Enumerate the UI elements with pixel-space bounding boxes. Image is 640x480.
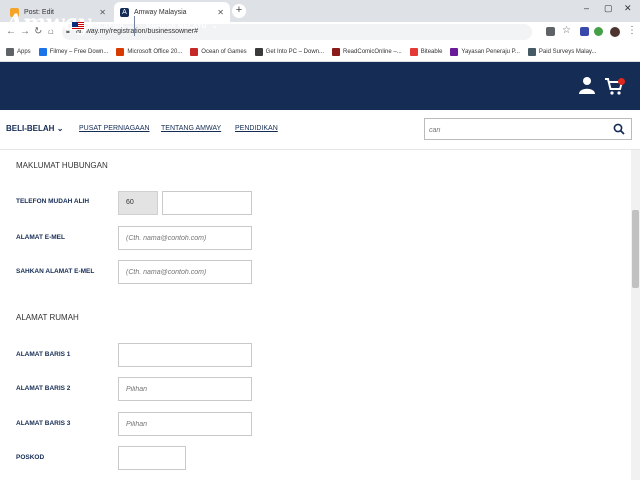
language-label: BAHASA MELAYU bbox=[146, 23, 207, 30]
address-line-1-label: ALAMAT BARIS 1 bbox=[16, 351, 71, 358]
search-icon[interactable] bbox=[613, 123, 625, 135]
chevron-down-icon: ⌄ bbox=[56, 124, 64, 133]
bookmark-favicon-icon bbox=[254, 47, 263, 56]
bookmark-label: Biteable bbox=[420, 48, 443, 55]
menu-kebab-icon[interactable]: ⋮ bbox=[627, 25, 637, 36]
search-input[interactable] bbox=[425, 120, 605, 141]
bookmark-favicon-icon bbox=[450, 47, 459, 56]
phone-label: TELEFON MUDAH ALIH bbox=[16, 198, 90, 205]
country-selector[interactable]: MALAYSIA ⌄ bbox=[72, 22, 133, 30]
bookmark-favicon-icon bbox=[332, 47, 341, 56]
address-line-3-input[interactable] bbox=[118, 412, 252, 436]
contact-section-title: MAKLUMAT HUBUNGAN bbox=[16, 161, 108, 170]
page-scrollbar-track[interactable] bbox=[631, 150, 640, 480]
bookmark-yayasan[interactable]: Yayasan Peneraju P... bbox=[450, 47, 520, 56]
close-icon[interactable]: ✕ bbox=[99, 8, 106, 17]
bookmark-filmey[interactable]: Filmey – Free Down... bbox=[38, 47, 109, 56]
address-section-title: ALAMAT RUMAH bbox=[16, 313, 79, 322]
address-line-2-input[interactable] bbox=[118, 377, 252, 401]
star-icon[interactable]: ☆ bbox=[562, 25, 571, 36]
bookmark-favicon-icon bbox=[116, 47, 125, 56]
bookmark-get-into-pc[interactable]: Get Into PC – Down... bbox=[254, 47, 325, 56]
profile-avatar-icon[interactable] bbox=[610, 27, 620, 37]
chevron-down-icon: ⌄ bbox=[126, 23, 133, 30]
bookmark-label: Apps bbox=[17, 48, 31, 55]
malaysia-flag-icon bbox=[72, 22, 84, 30]
nav-link-business-centre[interactable]: PUSAT PERNIAGAAN bbox=[79, 125, 150, 132]
bookmark-label: Filmey – Free Down... bbox=[49, 48, 109, 55]
bookmark-label: Ocean of Games bbox=[201, 48, 247, 55]
bookmark-apps[interactable]: Apps bbox=[6, 47, 31, 56]
confirm-email-label: SAHKAN ALAMAT E-MEL bbox=[16, 268, 95, 275]
page-scrollbar-thumb[interactable] bbox=[632, 210, 639, 288]
cart-badge bbox=[618, 78, 625, 85]
nav-link-about-amway[interactable]: TENTANG AMWAY bbox=[161, 125, 221, 132]
amway-favicon-icon: A bbox=[120, 7, 129, 17]
shop-menu[interactable]: BELI-BELAH ⌄ bbox=[6, 124, 63, 133]
site-header bbox=[0, 62, 640, 110]
bookmark-label: Get Into PC – Down... bbox=[265, 48, 325, 55]
nav-link-education[interactable]: PENDIDIKAN bbox=[235, 125, 278, 132]
email-label: ALAMAT E-MEL bbox=[16, 234, 65, 241]
address-line-1-input[interactable] bbox=[118, 343, 252, 367]
chevron-down-icon: ⌄ bbox=[211, 23, 218, 30]
user-account-icon[interactable] bbox=[578, 76, 596, 94]
confirm-email-input[interactable] bbox=[118, 260, 252, 284]
postcode-label: POSKOD bbox=[16, 454, 45, 461]
bookmark-readcomiconline[interactable]: ReadComicOnline –... bbox=[332, 47, 402, 56]
tab-label: Amway Malaysia bbox=[134, 8, 187, 16]
close-icon[interactable]: ✕ bbox=[217, 8, 224, 17]
maximize-icon[interactable]: ▢ bbox=[604, 3, 613, 14]
bookmark-label: Yayasan Peneraju P... bbox=[461, 48, 520, 55]
phone-input[interactable] bbox=[162, 191, 252, 215]
bookmarks-bar: Apps Filmey – Free Down... Microsoft Off… bbox=[0, 42, 640, 62]
shop-label: BELI-BELAH bbox=[6, 124, 55, 133]
new-tab-button[interactable]: + bbox=[232, 4, 246, 18]
bookmark-paid-surveys[interactable]: Paid Surveys Malay... bbox=[527, 47, 597, 56]
postcode-input[interactable] bbox=[118, 446, 186, 470]
bookmark-favicon-icon bbox=[527, 47, 536, 56]
close-window-icon[interactable]: ✕ bbox=[624, 3, 632, 14]
bookmark-microsoft-office[interactable]: Microsoft Office 20... bbox=[116, 47, 183, 56]
bookmark-favicon-icon bbox=[190, 47, 199, 56]
country-label: MALAYSIA bbox=[88, 22, 124, 30]
translate-icon[interactable] bbox=[546, 27, 555, 36]
bookmark-biteable[interactable]: Biteable bbox=[409, 47, 443, 56]
apps-grid-icon bbox=[6, 47, 14, 56]
address-line-3-label: ALAMAT BARIS 3 bbox=[16, 420, 71, 427]
browser-tab-strip: Post: Edit ✕ A Amway Malaysia ✕ + – ▢ ✕ bbox=[0, 0, 640, 22]
tab-amway-malaysia[interactable]: A Amway Malaysia ✕ bbox=[114, 2, 230, 22]
search-box bbox=[424, 118, 632, 141]
extension-icon[interactable] bbox=[594, 27, 603, 36]
extension-icon[interactable] bbox=[580, 27, 589, 36]
bookmark-label: Paid Surveys Malay... bbox=[538, 48, 597, 55]
minimize-icon[interactable]: – bbox=[584, 3, 589, 13]
header-divider bbox=[134, 16, 135, 36]
language-selector[interactable]: BAHASA MELAYU ⌄ bbox=[146, 22, 217, 30]
address-line-2-label: ALAMAT BARIS 2 bbox=[16, 385, 71, 392]
bookmark-label: Microsoft Office 20... bbox=[127, 48, 183, 55]
bookmark-favicon-icon bbox=[409, 47, 418, 56]
phone-country-code: 60 bbox=[118, 191, 158, 215]
logo-swoosh bbox=[8, 37, 64, 39]
bookmark-ocean-of-games[interactable]: Ocean of Games bbox=[190, 47, 247, 56]
email-input[interactable] bbox=[118, 226, 252, 250]
bookmark-label: ReadComicOnline –... bbox=[343, 48, 402, 55]
bookmark-favicon-icon bbox=[38, 47, 47, 56]
